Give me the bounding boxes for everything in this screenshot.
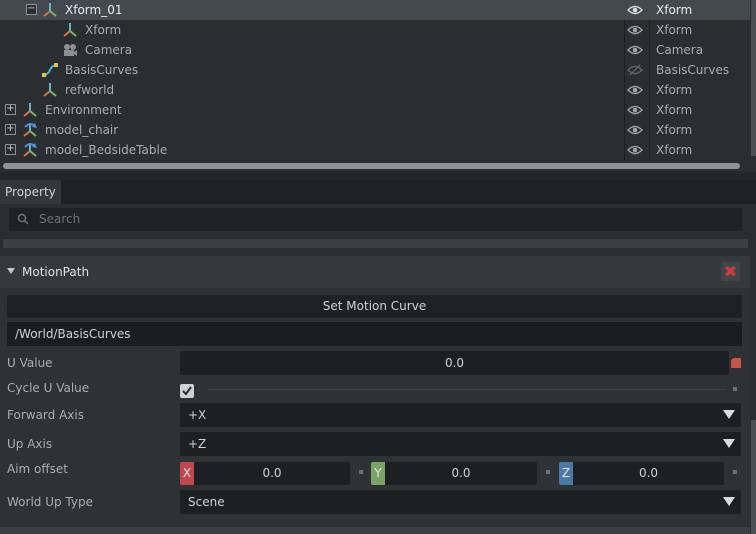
collapse-toggle[interactable]: − xyxy=(26,4,37,15)
tree-item-type: Xform xyxy=(656,103,693,117)
default-indicator xyxy=(359,470,363,474)
visibility-eye-icon[interactable] xyxy=(627,84,643,96)
tree-row-basiscurves[interactable]: BasisCurves BasisCurves xyxy=(0,60,750,80)
tree-item-label: BasisCurves xyxy=(65,63,139,77)
tree-row-xform[interactable]: Xform Xform xyxy=(0,20,750,40)
visibility-hidden-icon[interactable] xyxy=(627,64,643,76)
tab-property[interactable]: Property xyxy=(0,180,61,204)
tree-item-type: Xform xyxy=(656,83,693,97)
tree-item-type: Xform xyxy=(656,123,693,137)
expand-toggle[interactable]: + xyxy=(5,144,16,155)
reference-xform-icon xyxy=(23,143,37,157)
aim-offset-z-field[interactable]: 0.0 xyxy=(573,462,724,485)
tree-item-type: Xform xyxy=(656,143,693,157)
visibility-eye-icon[interactable] xyxy=(627,144,643,156)
cycle-u-value-checkbox[interactable] xyxy=(180,384,194,398)
aim-y-axis-label: Y xyxy=(371,462,385,485)
visibility-eye-icon[interactable] xyxy=(627,24,643,36)
tree-item-type: Camera xyxy=(656,43,704,57)
up-axis-value: +Z xyxy=(188,437,207,451)
remove-component-button[interactable]: ✖ xyxy=(721,262,740,281)
close-icon: ✖ xyxy=(723,262,738,281)
expand-toggle[interactable]: + xyxy=(5,124,16,135)
chevron-down-icon xyxy=(723,439,735,448)
world-up-type-value: Scene xyxy=(188,495,225,509)
search-icon xyxy=(17,213,29,225)
visibility-eye-icon[interactable] xyxy=(627,124,643,136)
search-input[interactable]: Search xyxy=(9,208,742,231)
world-up-type-label: World Up Type xyxy=(7,495,93,509)
tree-item-label: Environment xyxy=(45,103,122,117)
keyframe-icon[interactable] xyxy=(730,357,742,369)
basis-curves-icon xyxy=(42,63,58,77)
default-indicator xyxy=(733,387,737,391)
tree-item-label: model_chair xyxy=(45,123,119,137)
tree-item-label: Xform_01 xyxy=(65,3,123,17)
tree-item-label: refworld xyxy=(65,83,115,97)
property-vertical-scrollbar[interactable] xyxy=(751,420,756,534)
set-motion-curve-button[interactable]: Set Motion Curve xyxy=(7,295,742,318)
xform-icon xyxy=(23,103,37,117)
property-tab-bar xyxy=(0,180,756,204)
u-value-field[interactable]: 0.0 xyxy=(180,351,729,375)
aim-offset-y-field[interactable]: 0.0 xyxy=(385,462,537,485)
tree-row-camera[interactable]: Camera Camera xyxy=(0,40,750,60)
tree-row-environment[interactable]: + Environment Xform xyxy=(0,100,750,120)
xform-icon xyxy=(43,83,57,97)
motion-path-header[interactable] xyxy=(0,256,750,288)
search-placeholder: Search xyxy=(39,212,81,226)
cycle-u-value-label: Cycle U Value xyxy=(7,381,90,395)
collapsed-section-bar xyxy=(3,239,748,248)
chevron-down-icon xyxy=(723,497,735,506)
forward-axis-dropdown[interactable]: +X xyxy=(180,403,741,427)
forward-axis-value: +X xyxy=(188,408,207,422)
stage-horizontal-scrollbar[interactable] xyxy=(3,163,740,169)
visibility-eye-icon[interactable] xyxy=(627,44,643,56)
motion-path-title: MotionPath xyxy=(22,265,90,279)
visibility-eye-icon[interactable] xyxy=(627,104,643,116)
aim-offset-x-field[interactable]: 0.0 xyxy=(194,462,350,485)
forward-axis-label: Forward Axis xyxy=(7,408,84,422)
tree-row-model-chair[interactable]: + model_chair Xform xyxy=(0,120,750,140)
up-axis-dropdown[interactable]: +Z xyxy=(180,432,741,456)
tree-row-model-bedsidetable[interactable]: + model_BedsideTable Xform xyxy=(0,140,750,160)
expand-toggle[interactable]: + xyxy=(5,104,16,115)
tree-item-type: Xform xyxy=(656,23,693,37)
up-axis-label: Up Axis xyxy=(7,437,53,451)
curve-path-field[interactable]: /World/BasisCurves xyxy=(7,322,742,346)
default-indicator xyxy=(733,470,737,474)
default-indicator xyxy=(546,470,550,474)
aim-x-axis-label: X xyxy=(180,462,194,485)
tree-item-label: Camera xyxy=(85,43,133,57)
world-up-type-dropdown[interactable]: Scene xyxy=(180,490,741,514)
tree-item-type: Xform xyxy=(656,3,693,17)
tree-item-type: BasisCurves xyxy=(656,63,730,77)
stage-tree: − Xform_01 Xform Xform Xform Camera Came… xyxy=(0,0,756,172)
aim-offset-label: Aim offset xyxy=(7,462,68,476)
u-value-label: U Value xyxy=(7,356,53,370)
xform-icon xyxy=(43,3,57,17)
divider xyxy=(208,389,726,390)
camera-icon xyxy=(64,44,77,56)
aim-z-axis-label: Z xyxy=(559,462,573,485)
tree-item-label: model_BedsideTable xyxy=(45,143,168,157)
reference-xform-icon xyxy=(23,123,37,137)
tree-row-refworld[interactable]: refworld Xform xyxy=(0,80,750,100)
checkmark-icon xyxy=(182,386,192,396)
tree-item-label: Xform xyxy=(85,23,122,37)
panel-bottom-edge xyxy=(0,527,750,534)
tree-row-xform-01[interactable]: − Xform_01 Xform xyxy=(0,0,750,20)
chevron-down-icon xyxy=(723,410,735,419)
collapse-triangle-icon[interactable] xyxy=(7,268,15,274)
xform-icon xyxy=(63,23,77,37)
visibility-eye-icon[interactable] xyxy=(627,4,643,16)
stage-vertical-scrollbar[interactable] xyxy=(751,0,756,156)
